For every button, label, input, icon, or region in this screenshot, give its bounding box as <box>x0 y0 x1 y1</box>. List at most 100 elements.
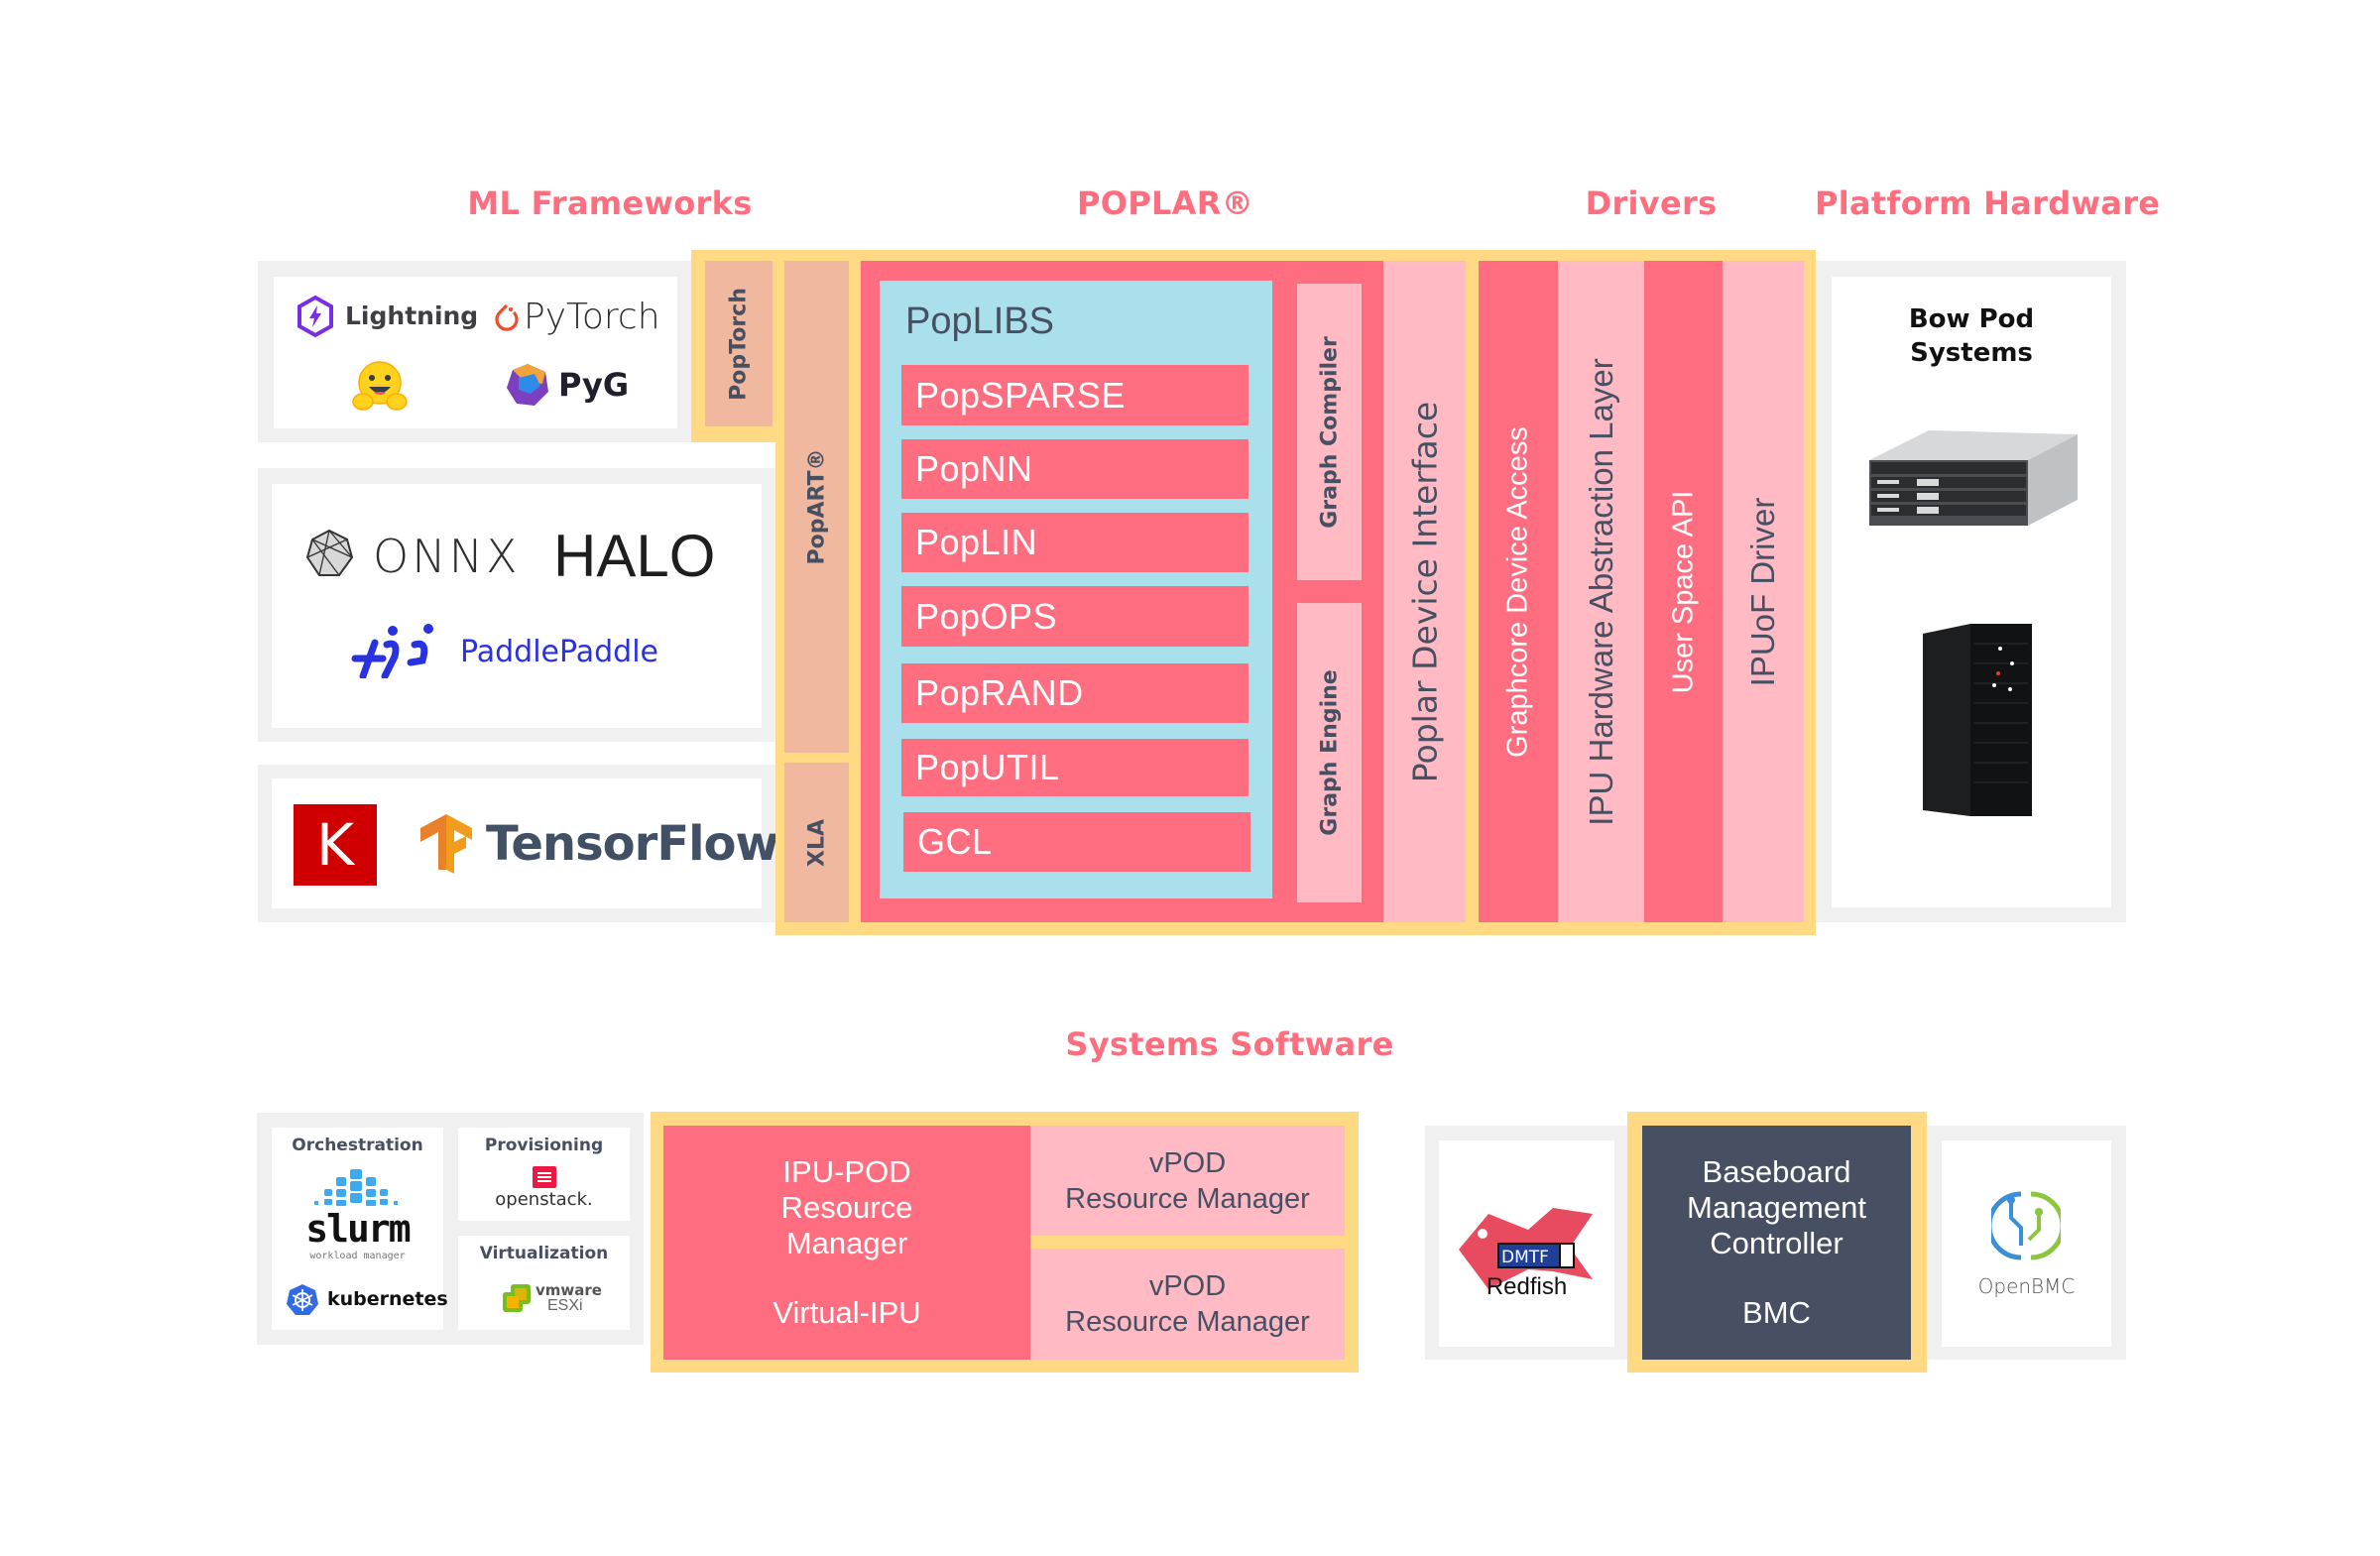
framework-card-pytorch: Lightning PyTorch PyG <box>274 277 677 428</box>
graph-engine-block[interactable]: Graph Engine <box>1297 603 1362 902</box>
pytorch-logo: PyTorch <box>494 291 672 340</box>
pytorch-flame-icon <box>495 303 519 331</box>
poplib-label: PopUTIL <box>915 747 1060 787</box>
paddlepaddle-logo: PaddlePaddle <box>349 623 686 682</box>
poplib-poputil[interactable]: PopUTIL <box>901 739 1249 796</box>
dmtf-label: DMTF <box>1501 1248 1549 1267</box>
framework-card-tensorflow: K TensorFlow <box>272 778 779 908</box>
openstack-label: openstack. <box>495 1189 593 1210</box>
poplib-popops[interactable]: PopOPS <box>901 586 1249 647</box>
paddlepaddle-label: PaddlePaddle <box>460 635 659 669</box>
vpod1-line1: vPOD <box>1148 1146 1227 1179</box>
openbmc-icon <box>1991 1191 2061 1260</box>
section-title-drivers: Drivers <box>1585 184 1718 222</box>
poptorch-block[interactable]: PopTorch <box>705 261 773 426</box>
ipu-pod-line1: IPU-POD <box>782 1154 911 1189</box>
bmc-line1: Baseboard <box>1702 1154 1851 1189</box>
bow-pod-title-line2: Systems <box>1910 338 2033 368</box>
ipu-pod-resource-manager-block[interactable]: IPU-POD Resource Manager Virtual-IPU <box>663 1126 1030 1360</box>
poplib-label: PopNN <box>915 448 1033 489</box>
onnx-logo: ONNX <box>303 526 518 585</box>
poplib-gcl[interactable]: GCL <box>903 812 1250 872</box>
pytorch-label: PyTorch <box>524 297 660 337</box>
poplib-label: PopOPS <box>915 595 1058 637</box>
xla-label: XLA <box>804 818 829 867</box>
driver-user-space-api[interactable]: User Space API <box>1644 261 1723 922</box>
paddlepaddle-icon <box>351 624 433 678</box>
virtualization-card: Virtualization vmware ESXi <box>458 1236 630 1330</box>
kubernetes-icon <box>287 1284 318 1315</box>
section-title-platform-hardware: Platform Hardware <box>1815 184 2161 222</box>
keras-label: K <box>315 811 355 879</box>
poplib-label: PopRAND <box>915 672 1084 713</box>
graph-compiler-label: Graph Compiler <box>1317 335 1342 529</box>
slurm-icon <box>314 1169 398 1206</box>
bow-pod-title-line1: Bow Pod <box>1908 304 2035 334</box>
poplib-popnn[interactable]: PopNN <box>901 439 1249 499</box>
framework-group-tensorflow: K TensorFlow <box>258 765 779 922</box>
systems-tools-group: Orchestration slurm workload manager kub… <box>257 1113 644 1345</box>
poplib-label: PopSPARSE <box>915 374 1126 416</box>
driver-label: User Space API <box>1667 490 1699 693</box>
onnx-icon <box>305 529 354 576</box>
driver-label: IPUoF Driver <box>1744 497 1781 686</box>
poplibs-title: PopLIBS <box>905 300 1054 342</box>
xla-block[interactable]: XLA <box>784 763 849 922</box>
bmc-block[interactable]: Baseboard Management Controller BMC <box>1642 1126 1911 1360</box>
redfish-label: Redfish <box>1486 1273 1568 1300</box>
vpod2-line2: Resource Manager <box>1065 1306 1310 1338</box>
popart-block[interactable]: PopART® <box>784 261 849 753</box>
orchestration-label: Orchestration <box>292 1136 423 1155</box>
bmc-line3: Controller <box>1710 1226 1844 1260</box>
vpod-resource-manager-1[interactable]: vPOD Resource Manager <box>1030 1126 1345 1236</box>
poplib-poprand[interactable]: PopRAND <box>901 663 1249 723</box>
poplib-popsparse[interactable]: PopSPARSE <box>901 365 1249 425</box>
platform-hardware-group: Bow Pod Systems <box>1816 261 2126 922</box>
openstack-icon <box>533 1166 556 1188</box>
provisioning-card: Provisioning openstack. <box>458 1128 630 1221</box>
slurm-sublabel: workload manager <box>309 1251 406 1261</box>
popart-label: PopART® <box>804 448 829 565</box>
lightning-logo: Lightning <box>296 295 478 338</box>
vpod1-line2: Resource Manager <box>1065 1182 1310 1215</box>
keras-logo: K <box>294 804 377 886</box>
onnx-label: ONNX <box>373 530 521 583</box>
virtual-ipu-label: Virtual-IPU <box>773 1295 921 1330</box>
platform-hardware-card: Bow Pod Systems <box>1832 277 2111 907</box>
bmc-short-label: BMC <box>1742 1295 1811 1330</box>
poptorch-label: PopTorch <box>726 287 752 401</box>
lightning-label: Lightning <box>345 301 479 330</box>
pyg-text: PyG <box>558 366 630 404</box>
poplar-device-interface-block[interactable]: Poplar Device Interface <box>1383 261 1466 922</box>
bow-pod-title: Bow Pod Systems <box>1832 302 2111 370</box>
driver-ipu-hardware-abstraction-layer[interactable]: IPU Hardware Abstraction Layer <box>1558 261 1644 922</box>
vpod-resource-manager-2[interactable]: vPOD Resource Manager <box>1030 1249 1345 1360</box>
driver-label: Graphcore Device Access <box>1501 425 1534 758</box>
orchestration-card: Orchestration slurm workload manager kub… <box>272 1128 448 1330</box>
slurm-label: slurm <box>305 1207 411 1251</box>
server-stack-image <box>1869 430 2078 526</box>
poplib-label: PopLIN <box>915 522 1038 562</box>
halo-label: HALO <box>553 523 716 589</box>
vpod2-line1: vPOD <box>1148 1270 1227 1302</box>
lightning-icon <box>298 295 333 338</box>
pyg-logo: PyG <box>505 362 654 412</box>
openbmc-card: OpenBMC <box>1942 1140 2111 1347</box>
tensorflow-logo: TensorFlow <box>418 810 779 880</box>
driver-label: IPU Hardware Abstraction Layer <box>1582 357 1619 826</box>
poplib-poplin[interactable]: PopLIN <box>901 513 1249 572</box>
provisioning-label: Provisioning <box>484 1136 604 1155</box>
section-title-systems-software: Systems Software <box>1065 1025 1394 1063</box>
poplib-label: GCL <box>917 821 993 862</box>
poplar-device-interface-label: Poplar Device Interface <box>1405 401 1444 782</box>
redfish-card: DMTF Redfish <box>1439 1140 1614 1347</box>
ipu-pod-line2: Resource <box>780 1190 913 1225</box>
section-title-ml-frameworks: ML Frameworks <box>467 184 753 222</box>
driver-ipuof-driver[interactable]: IPUoF Driver <box>1723 261 1804 922</box>
hugging-face-icon <box>351 360 409 412</box>
bmc-line2: Management <box>1687 1190 1866 1225</box>
graph-compiler-block[interactable]: Graph Compiler <box>1297 284 1362 580</box>
driver-graphcore-device-access[interactable]: Graphcore Device Access <box>1479 261 1558 922</box>
graph-engine-label: Graph Engine <box>1317 669 1342 836</box>
section-title-poplar: POPLAR® <box>1076 184 1253 222</box>
